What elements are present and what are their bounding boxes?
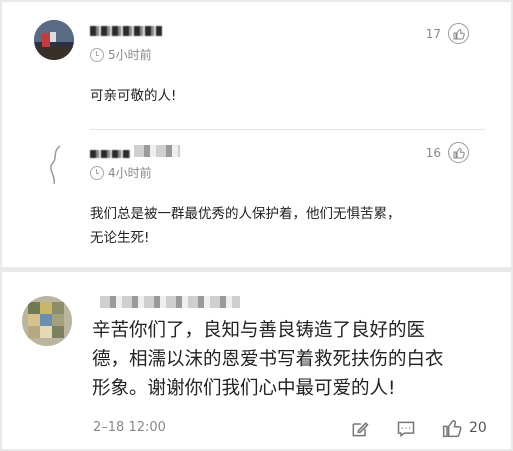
edit-icon [352,422,369,437]
like-count: 16 [425,146,441,160]
timestamp-label: 4小时前 [108,166,152,180]
timestamp: 4小时前 [90,164,152,181]
reply-button[interactable] [395,418,417,440]
comment-text-line: 德，相濡以沫的恩爱书写着救死扶伤的白衣 [92,349,444,370]
like-button[interactable] [441,417,463,439]
like-button[interactable] [448,23,469,44]
divider [90,129,485,130]
thumbs-up-icon [453,147,465,158]
avatar[interactable] [22,296,72,346]
clock-icon [90,165,104,180]
avatar[interactable] [42,142,72,186]
comment-card-2: 辛苦你们了，良知与善良铸造了良好的医 德，相濡以沫的恩爱书写着救死扶伤的白衣 形… [2,272,511,449]
timestamp: 5小时前 [90,46,152,63]
comment-text-line: 辛苦你们了，良知与善良铸造了良好的医 [92,320,426,341]
like-count: 17 [425,27,441,41]
reply-icon [397,421,415,438]
comment-text-line: 我们总是被一群最优秀的人保护着，他们无惧苦累， [90,206,401,222]
comment-date: 2–18 12:00 [93,420,166,435]
timestamp-label: 5小时前 [108,48,152,62]
comment-text: 可亲可敬的人! [90,88,177,104]
edit-button[interactable] [349,418,371,440]
comment-text-line: 形象。谢谢你们我们心中最可爱的人! [92,378,396,399]
comment-card-1: 5小时前 17 可亲可敬的人! 4小时前 16 我们总是被一群最优秀的人保护着，… [2,2,511,267]
like-button[interactable] [448,142,469,163]
username-redacted[interactable] [90,150,130,158]
thumbs-up-icon [442,420,462,438]
username-redacted-extra [134,145,180,157]
clock-icon [90,47,104,62]
comment-text: 辛苦你们了，良知与善良铸造了良好的医 德，相濡以沫的恩爱书写着救死扶伤的白衣 形… [92,316,472,403]
username-redacted[interactable] [100,296,240,308]
username-redacted[interactable] [90,26,162,36]
avatar[interactable] [34,20,74,60]
thumbs-up-icon [453,28,465,39]
comment-text-line: 无论生死! [90,230,150,246]
like-count: 20 [469,420,487,436]
